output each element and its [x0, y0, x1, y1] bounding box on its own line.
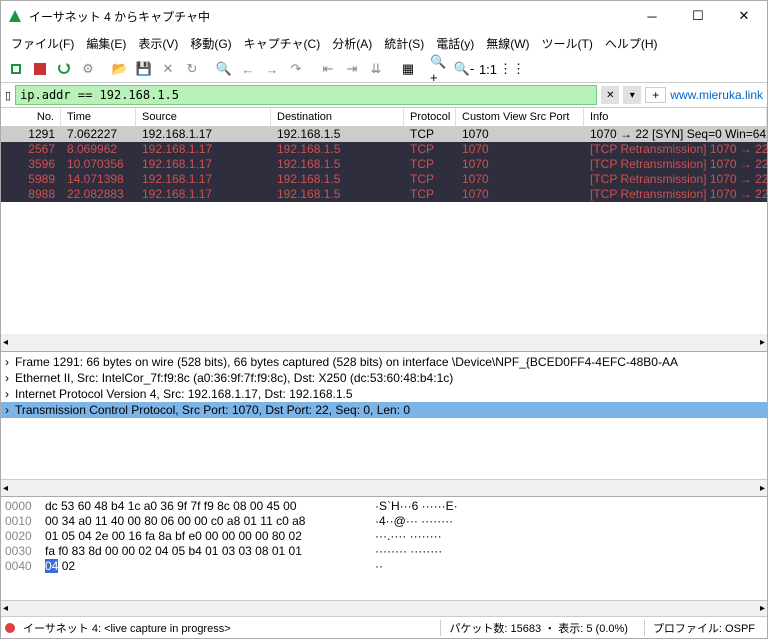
packet-row[interactable]: 12917.062227192.168.1.17192.168.1.5TCP10…: [1, 127, 767, 142]
clear-filter-icon[interactable]: ✕: [601, 86, 619, 104]
start-capture-icon[interactable]: [5, 58, 27, 80]
menu-wireless[interactable]: 無線(W): [482, 33, 533, 54]
stop-capture-icon[interactable]: [29, 58, 51, 80]
col-protocol[interactable]: Protocol: [404, 108, 456, 126]
zoom-reset-icon[interactable]: 1:1: [477, 58, 499, 80]
hex-row[interactable]: 002001 05 04 2e 00 16 fa 8a bf e0 00 00 …: [1, 529, 767, 544]
minimize-button[interactable]: ─: [629, 1, 675, 31]
menubar: ファイル(F) 編集(E) 表示(V) 移動(G) キャプチャ(C) 分析(A)…: [1, 31, 767, 56]
menu-capture[interactable]: キャプチャ(C): [240, 33, 325, 54]
packet-row[interactable]: 898822.082883192.168.1.17192.168.1.5TCP1…: [1, 187, 767, 202]
restart-capture-icon[interactable]: [53, 58, 75, 80]
col-destination[interactable]: Destination: [271, 108, 404, 126]
h-scrollbar[interactable]: ◂▸: [1, 600, 767, 617]
h-scrollbar[interactable]: ◂▸: [1, 479, 767, 496]
app-icon: [7, 8, 23, 24]
menu-go[interactable]: 移動(G): [186, 33, 235, 54]
jump-icon[interactable]: ↷: [285, 58, 307, 80]
toolbar: ⚙ 📂 💾 ✕ ↻ 🔍 ← → ↷ ⇤ ⇥ ⇊ ▦ 🔍+ 🔍- 1:1 ⋮⋮: [1, 56, 767, 83]
find-icon[interactable]: 🔍: [213, 58, 235, 80]
first-icon[interactable]: ⇤: [317, 58, 339, 80]
menu-edit[interactable]: 編集(E): [82, 33, 130, 54]
menu-tools[interactable]: ツール(T): [538, 33, 597, 54]
titlebar: イーサネット 4 からキャプチャ中 ─ ☐ ✕: [1, 1, 767, 31]
packet-row[interactable]: 598914.071398192.168.1.17192.168.1.5TCP1…: [1, 172, 767, 187]
menu-help[interactable]: ヘルプ(H): [601, 33, 662, 54]
expert-info-icon[interactable]: [5, 623, 15, 633]
open-file-icon[interactable]: 📂: [109, 58, 131, 80]
filter-dropdown-icon[interactable]: ▾: [623, 86, 641, 104]
save-file-icon[interactable]: 💾: [133, 58, 155, 80]
close-file-icon[interactable]: ✕: [157, 58, 179, 80]
packet-row[interactable]: 25678.069962192.168.1.17192.168.1.5TCP10…: [1, 142, 767, 157]
hex-row[interactable]: 004004 02··: [1, 559, 767, 574]
colorize-icon[interactable]: ▦: [397, 58, 419, 80]
add-filter-button[interactable]: +: [645, 87, 666, 103]
status-profile[interactable]: プロファイル: OSPF: [644, 620, 763, 636]
menu-view[interactable]: 表示(V): [134, 33, 182, 54]
status-bar: イーサネット 4: <live capture in progress> パケッ…: [1, 616, 767, 638]
window-buttons: ─ ☐ ✕: [629, 1, 767, 31]
autoscroll-icon[interactable]: ⇊: [365, 58, 387, 80]
next-icon[interactable]: →: [261, 58, 283, 80]
reload-icon[interactable]: ↻: [181, 58, 203, 80]
display-filter-input[interactable]: [15, 85, 597, 105]
menu-file[interactable]: ファイル(F): [7, 33, 78, 54]
close-button[interactable]: ✕: [721, 1, 767, 31]
menu-analyze[interactable]: 分析(A): [328, 33, 376, 54]
zoom-in-icon[interactable]: 🔍+: [429, 58, 451, 80]
menu-telephony[interactable]: 電話(y): [432, 33, 478, 54]
h-scrollbar[interactable]: ◂▸: [1, 334, 767, 351]
packet-list-pane: No. Time Source Destination Protocol Cus…: [1, 108, 767, 351]
zoom-out-icon[interactable]: 🔍-: [453, 58, 475, 80]
hex-row[interactable]: 0000dc 53 60 48 b4 1c a0 36 9f 7f f9 8c …: [1, 499, 767, 514]
packet-bytes-pane[interactable]: 0000dc 53 60 48 b4 1c a0 36 9f 7f f9 8c …: [1, 496, 767, 599]
col-info[interactable]: Info: [584, 108, 767, 126]
status-interface: イーサネット 4: <live capture in progress>: [23, 620, 231, 636]
col-custom[interactable]: Custom View Src Port: [456, 108, 584, 126]
status-packets: パケット数: 15683 ・ 表示: 5 (0.0%): [440, 620, 636, 636]
capture-options-icon[interactable]: ⚙: [77, 58, 99, 80]
filter-icon[interactable]: ▯: [5, 89, 11, 102]
col-no[interactable]: No.: [1, 108, 61, 126]
packet-list-header: No. Time Source Destination Protocol Cus…: [1, 108, 767, 127]
detail-row[interactable]: ›Ethernet II, Src: IntelCor_7f:f9:8c (a0…: [1, 370, 767, 386]
hex-row[interactable]: 001000 34 a0 11 40 00 80 06 00 00 c0 a8 …: [1, 514, 767, 529]
resize-cols-icon[interactable]: ⋮⋮: [501, 58, 523, 80]
window-title: イーサネット 4 からキャプチャ中: [29, 8, 629, 25]
packet-row[interactable]: 359610.070356192.168.1.17192.168.1.5TCP1…: [1, 157, 767, 172]
hex-row[interactable]: 0030fa f0 83 8d 00 00 02 04 05 b4 01 03 …: [1, 544, 767, 559]
packet-list-body[interactable]: 12917.062227192.168.1.17192.168.1.5TCP10…: [1, 127, 767, 334]
col-time[interactable]: Time: [61, 108, 136, 126]
maximize-button[interactable]: ☐: [675, 1, 721, 31]
prev-icon[interactable]: ←: [237, 58, 259, 80]
filter-bar: ▯ ✕ ▾ + www.mieruka.link: [1, 83, 767, 108]
menu-stats[interactable]: 統計(S): [380, 33, 428, 54]
col-source[interactable]: Source: [136, 108, 271, 126]
help-link[interactable]: www.mieruka.link: [670, 88, 763, 102]
detail-row[interactable]: ›Internet Protocol Version 4, Src: 192.1…: [1, 386, 767, 402]
last-icon[interactable]: ⇥: [341, 58, 363, 80]
packet-details-pane[interactable]: ›Frame 1291: 66 bytes on wire (528 bits)…: [1, 351, 767, 479]
detail-row[interactable]: ›Frame 1291: 66 bytes on wire (528 bits)…: [1, 354, 767, 370]
detail-row[interactable]: ›Transmission Control Protocol, Src Port…: [1, 402, 767, 418]
